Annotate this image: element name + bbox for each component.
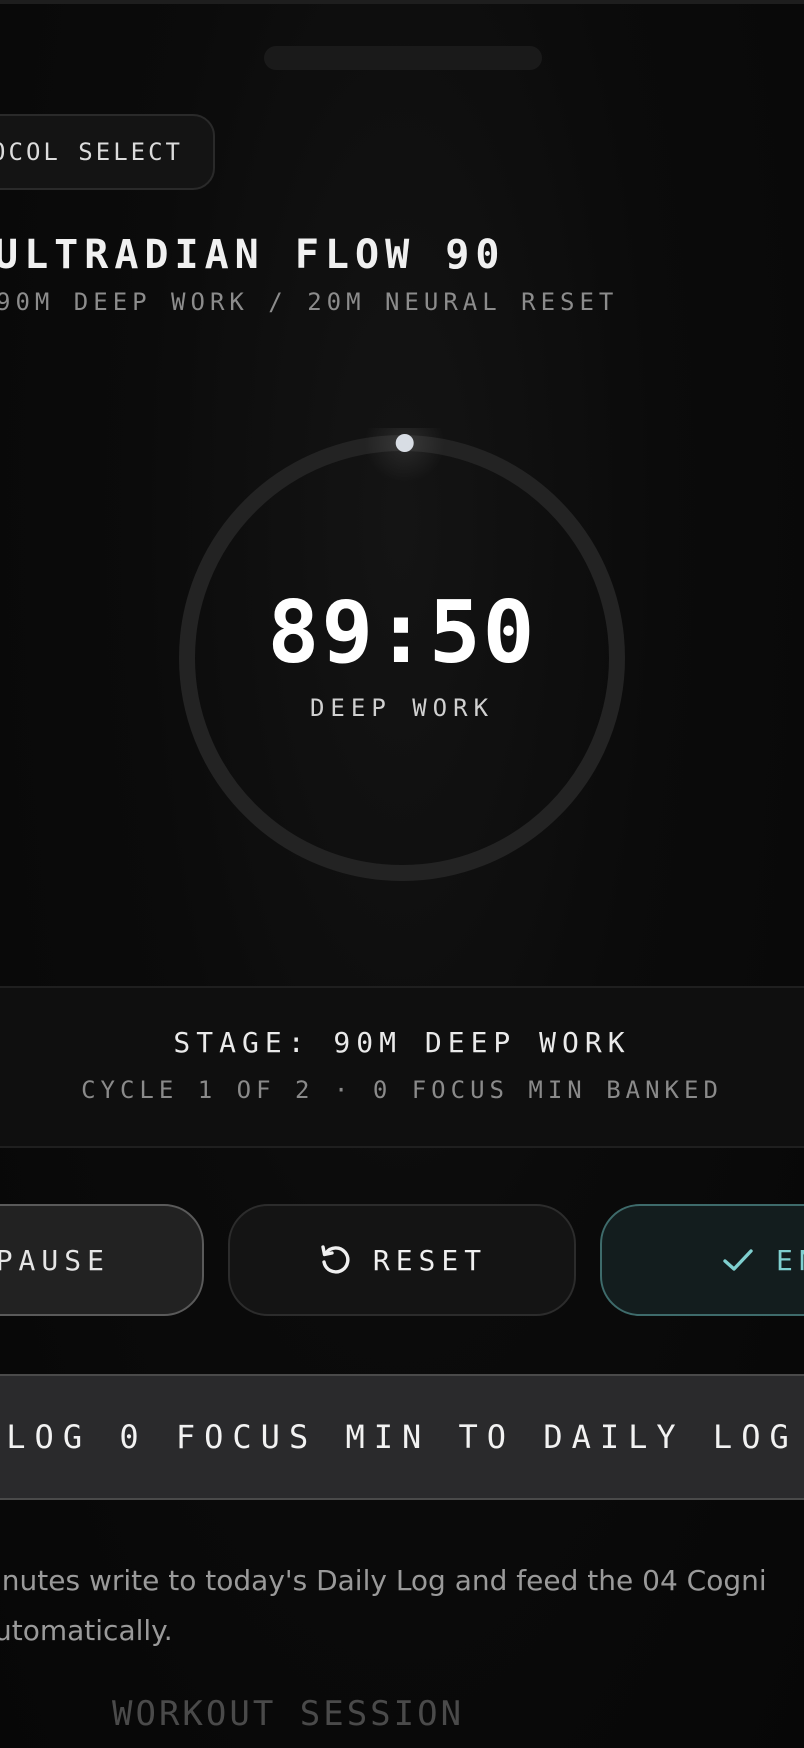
protocol-select-button[interactable]: TOCOL SELECT (0, 114, 215, 190)
stage-title: STAGE: 90M DEEP WORK (173, 1026, 631, 1059)
focus-timer-screen: TOCOL SELECT ULTRADIAN FLOW 90 90M DEEP … (0, 0, 804, 1748)
pause-button[interactable]: PAUSE (0, 1204, 204, 1316)
reset-button-label: RESET (372, 1243, 488, 1277)
end-session-button[interactable]: EN (600, 1204, 804, 1316)
sheet-top-edge (0, 0, 804, 4)
pause-button-label: PAUSE (0, 1243, 110, 1277)
reset-button[interactable]: RESET (228, 1204, 576, 1316)
stage-cycle-status: CYCLE 1 OF 2 · 0 FOCUS MIN BANKED (81, 1076, 723, 1104)
reset-icon (317, 1242, 353, 1278)
protocol-select-label: TOCOL SELECT (0, 138, 183, 166)
timer-phase-label: DEEP WORK (309, 694, 495, 722)
check-icon (720, 1242, 756, 1278)
protocol-title: ULTRADIAN FLOW 90 (0, 232, 506, 278)
end-session-button-label: EN (776, 1243, 804, 1277)
log-info-line-1: inutes write to today's Daily Log and fe… (0, 1564, 767, 1597)
log-focus-minutes-button[interactable]: [ LOG 0 FOCUS MIN TO DAILY LOG ] (0, 1374, 804, 1500)
protocol-subtitle: 90M DEEP WORK / 20M NEURAL RESET (0, 288, 619, 316)
timer-countdown: 89:50 (267, 583, 537, 683)
log-focus-minutes-label: [ LOG 0 FOCUS MIN TO DAILY LOG ] (0, 1418, 804, 1456)
sheet-grabber-handle[interactable] (264, 46, 542, 70)
workout-session-heading: WORKOUT SESSION (112, 1694, 465, 1734)
log-info-line-2: utomatically. (0, 1614, 173, 1647)
timer-progress-indicator (395, 434, 414, 452)
log-info-note: inutes write to today's Daily Log and fe… (0, 1556, 804, 1656)
stage-info-panel (0, 986, 804, 1148)
